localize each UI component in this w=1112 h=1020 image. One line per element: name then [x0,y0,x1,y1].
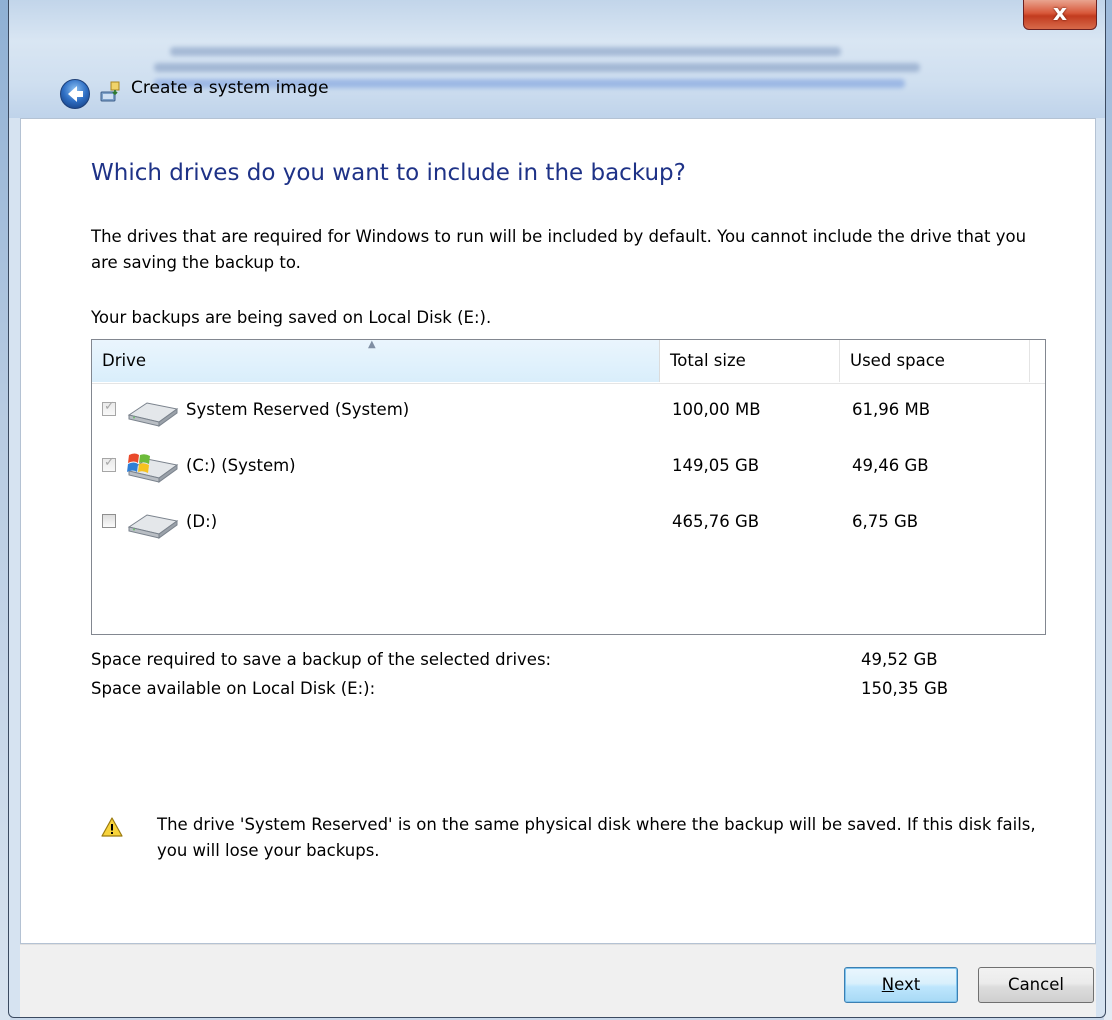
drive-used-space: 6,75 GB [852,512,919,531]
column-header-total-size[interactable]: Total size [660,340,840,382]
drive-used-space: 61,96 MB [852,400,931,419]
backup-wizard-icon [100,81,120,102]
close-button[interactable]: x [1023,0,1097,30]
warning-text: The drive 'System Reserved' is on the sa… [157,815,1036,860]
next-button[interactable]: Next [844,967,958,1003]
list-header: ▲ Drive Total size Used space [92,339,1045,384]
drive-name: (D:) [186,512,218,531]
drive-name: (C:) (System) [186,456,296,475]
page-heading: Which drives do you want to include in t… [91,160,686,186]
space-required-label: Space required to save a backup of the s… [91,650,552,669]
backup-destination-text: Your backups are being saved on Local Di… [91,308,492,327]
page-description: The drives that are required for Windows… [91,227,1027,272]
drive-checkbox-c [102,455,116,472]
warning-icon [101,817,123,837]
drive-total-size: 465,76 GB [672,512,760,531]
space-available-value: 150,35 GB [861,679,949,698]
table-row[interactable]: (D:) 465,76 GB 6,75 GB [92,500,1030,550]
space-required-value: 49,52 GB [861,650,938,669]
title-bar: x Create a system image [9,0,1105,118]
wizard-window: x Create a system image Which drives do … [8,0,1106,1018]
drive-checkbox-d[interactable] [102,514,116,528]
content-area: Which drives do you want to include in t… [20,118,1096,944]
next-access-key: N [881,975,895,994]
table-row[interactable]: System Reserved (System) 100,00 MB 61,96… [92,388,1030,438]
drive-name: System Reserved (System) [186,400,410,419]
sort-ascending-icon: ▲ [368,339,376,350]
column-header-drive[interactable]: ▲ Drive [92,339,660,382]
hard-drive-icon [127,402,179,427]
table-row[interactable]: (C:) (System) 149,05 GB 49,46 GB [92,444,1030,494]
drive-checkbox-system-reserved [102,399,116,416]
column-header-label: Total size [670,351,746,370]
next-label: ext [894,975,921,994]
windows-drive-icon [127,453,179,483]
hard-drive-icon [127,514,179,539]
column-header-label: Used space [850,351,945,370]
drive-list[interactable]: ▲ Drive Total size Used space ✓ System R… [91,339,1046,635]
column-header-used-space[interactable]: Used space [840,340,1030,382]
drive-total-size: 100,00 MB [672,400,761,419]
column-header-label: Drive [102,351,146,370]
space-available-label: Space available on Local Disk (E:): [91,679,376,698]
button-bar: Next Cancel [20,944,1096,1017]
drive-used-space: 49,46 GB [852,456,929,475]
cancel-button[interactable]: Cancel [978,967,1094,1003]
window-title: Create a system image [131,78,329,98]
back-arrow-icon[interactable] [59,78,91,110]
close-icon: x [1052,1,1068,26]
drive-total-size: 149,05 GB [672,456,760,475]
